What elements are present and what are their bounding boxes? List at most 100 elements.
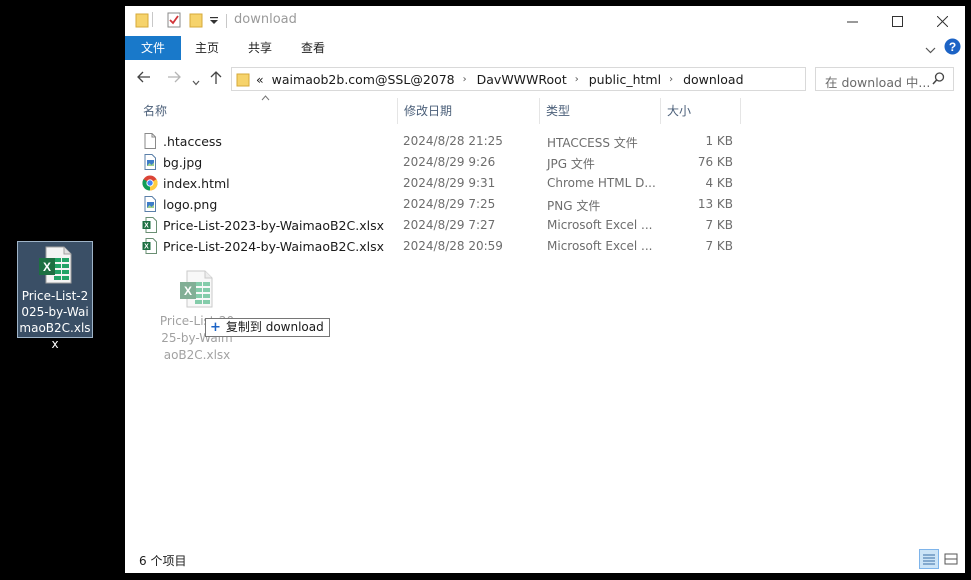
large-icons-view-icon [944, 553, 958, 565]
file-modified: 2024/8/29 9:31 [403, 176, 496, 190]
chrome-icon [142, 175, 158, 191]
file-name: Price-List-2023-by-WaimaoB2C.xlsx [163, 218, 384, 233]
tab-file[interactable]: 文件 [125, 36, 181, 60]
chevron-down-icon[interactable] [925, 43, 936, 57]
minimize-icon [846, 21, 858, 22]
column-modified[interactable]: 修改日期 [398, 98, 540, 124]
file-row[interactable]: bg.jpg 2024/8/29 9:26 JPG 文件 76 KB [137, 152, 743, 173]
column-size[interactable]: 大小 [661, 98, 741, 124]
file-type: Microsoft Excel ... [547, 218, 653, 232]
file-size: 4 KB [705, 176, 733, 190]
svg-text:X: X [144, 223, 149, 230]
close-button[interactable] [919, 6, 965, 36]
file-name: bg.jpg [163, 155, 203, 170]
breadcrumb-davwwwroot[interactable]: DavWWWRoot [477, 72, 567, 87]
properties-check-icon[interactable] [167, 12, 181, 31]
tab-share[interactable]: 共享 [248, 36, 272, 60]
file-row[interactable]: X Price-List-2024-by-WaimaoB2C.xlsx 2024… [137, 236, 743, 257]
excel-file-icon: X [142, 217, 158, 233]
search-box[interactable]: 在 download 中... [815, 67, 954, 91]
chevron-right-icon[interactable]: › [463, 74, 467, 85]
explorer-window: download 文件 主页 共享 查看 ? « waimaob2b.com@S… [125, 6, 965, 573]
file-row[interactable]: X Price-List-2023-by-WaimaoB2C.xlsx 2024… [137, 215, 743, 236]
breadcrumb-overflow[interactable]: « [256, 72, 264, 87]
customize-dropdown-icon[interactable] [209, 15, 219, 29]
title-separator [226, 14, 227, 28]
ribbon: 文件 主页 共享 查看 ? [125, 36, 965, 60]
breadcrumb-public-html[interactable]: public_html [589, 72, 661, 87]
file-name: .htaccess [163, 134, 222, 149]
search-placeholder: 在 download 中... [825, 75, 931, 90]
column-name[interactable]: 名称 [137, 98, 398, 124]
qa-separator [152, 12, 153, 27]
excel-file-icon: X [38, 246, 72, 287]
file-size: 7 KB [705, 218, 733, 232]
title-bar: download [125, 6, 965, 36]
column-header: 名称 修改日期 类型 大小 [125, 95, 965, 124]
file-modified: 2024/8/29 7:25 [403, 197, 496, 211]
breadcrumb-host[interactable]: waimaob2b.com@SSL@2078 [272, 72, 455, 87]
status-item-count: 6 个项目 [139, 554, 187, 568]
file-row[interactable]: logo.png 2024/8/29 7:25 PNG 文件 13 KB [137, 194, 743, 215]
chevron-right-icon[interactable]: › [669, 74, 673, 85]
minimize-button[interactable] [829, 6, 875, 36]
folder-icon [135, 12, 149, 31]
svg-text:?: ? [949, 40, 956, 54]
file-name: logo.png [163, 197, 218, 212]
new-folder-icon[interactable] [189, 12, 203, 31]
details-view-icon [923, 554, 935, 565]
maximize-button[interactable] [874, 6, 920, 36]
navigation-bar: « waimaob2b.com@SSL@2078 › DavWWWRoot › … [125, 64, 965, 94]
excel-file-icon: X [142, 238, 158, 254]
file-modified: 2024/8/29 9:26 [403, 155, 496, 169]
file-size: 76 KB [697, 155, 733, 169]
file-size: 1 KB [705, 134, 733, 148]
close-icon [936, 15, 948, 27]
file-type: PNG 文件 [547, 199, 601, 213]
back-button[interactable] [137, 71, 151, 87]
breadcrumb: « waimaob2b.com@SSL@2078 › DavWWWRoot › … [256, 68, 752, 90]
up-arrow-icon [210, 71, 222, 84]
file-size: 13 KB [697, 197, 733, 211]
help-icon[interactable]: ? [944, 38, 961, 58]
svg-text:X: X [144, 244, 149, 251]
file-size: 7 KB [705, 239, 733, 253]
up-button[interactable] [210, 71, 222, 89]
desktop-file-icon[interactable]: X Price-List-2025-by-WaimaoB2C.xlsx [17, 241, 93, 351]
generic-file-icon [142, 133, 158, 149]
column-type[interactable]: 类型 [540, 98, 661, 124]
chevron-right-icon[interactable]: › [575, 74, 579, 85]
breadcrumb-download[interactable]: download [683, 72, 743, 87]
drop-tooltip: + 复制到 download [205, 318, 330, 337]
file-type: JPG 文件 [547, 157, 595, 171]
tab-home[interactable]: 主页 [195, 36, 219, 60]
details-view-button[interactable] [919, 549, 939, 569]
desktop-file-label: Price-List-2025-by-WaimaoB2C.xlsx [19, 289, 91, 351]
maximize-icon [891, 15, 903, 27]
file-type: HTACCESS 文件 [547, 136, 638, 150]
recent-locations-icon[interactable] [192, 74, 200, 90]
file-modified: 2024/8/29 7:27 [403, 218, 496, 232]
file-row[interactable]: .htaccess 2024/8/28 21:25 HTACCESS 文件 1 … [137, 131, 743, 152]
back-arrow-icon [137, 71, 150, 83]
forward-button[interactable] [167, 71, 181, 87]
address-box[interactable]: « waimaob2b.com@SSL@2078 › DavWWWRoot › … [231, 67, 908, 91]
large-icons-view-button[interactable] [941, 549, 961, 569]
plus-icon: + [210, 320, 221, 335]
window-title: download [234, 12, 297, 27]
excel-file-icon: X [179, 270, 213, 311]
image-file-icon [142, 196, 158, 212]
svg-text:X: X [43, 260, 51, 274]
file-type: Chrome HTML D... [547, 176, 656, 190]
svg-text:X: X [184, 284, 192, 298]
image-file-icon [142, 154, 158, 170]
drop-tooltip-text: 复制到 download [225, 320, 324, 334]
file-type: Microsoft Excel ... [547, 239, 653, 253]
file-modified: 2024/8/28 20:59 [403, 239, 503, 253]
file-row[interactable]: index.html 2024/8/29 9:31 Chrome HTML D.… [137, 173, 743, 194]
search-icon [932, 72, 945, 88]
file-name: index.html [163, 176, 230, 191]
forward-arrow-icon [168, 71, 181, 83]
tab-view[interactable]: 查看 [301, 36, 325, 60]
file-name: Price-List-2024-by-WaimaoB2C.xlsx [163, 239, 384, 254]
